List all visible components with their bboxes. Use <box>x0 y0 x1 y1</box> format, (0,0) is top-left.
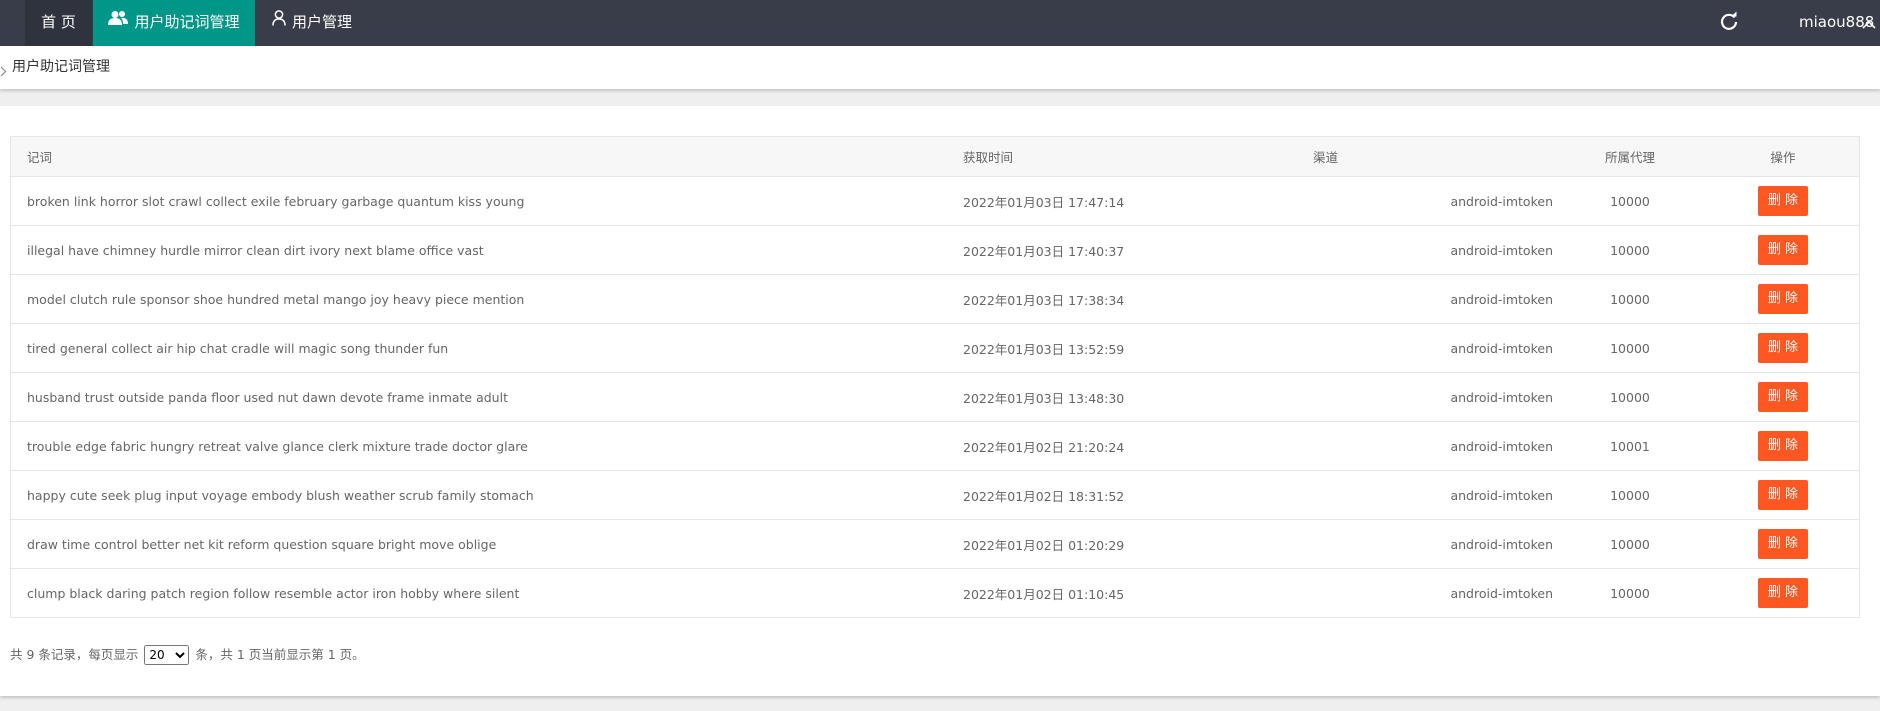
cell-time: 2022年01月02日 21:20:24 <box>963 421 1313 471</box>
cell-time: 2022年01月03日 13:52:59 <box>963 323 1313 373</box>
top-navbar: 首 页 用户助记词管理 用户管理 miaou888 <box>0 0 1880 46</box>
table-row: illegal have chimney hurdle mirror clean… <box>10 225 1860 275</box>
cell-words: model clutch rule sponsor shoe hundred m… <box>10 274 963 324</box>
delete-button[interactable]: 删 除 <box>1758 578 1808 608</box>
channel-value: android-imtoken <box>1450 536 1553 552</box>
channel-value: android-imtoken <box>1450 438 1553 454</box>
cell-time: 2022年01月03日 13:48:30 <box>963 372 1313 422</box>
col-header-action: 操作 <box>1707 136 1860 177</box>
table-row: trouble edge fabric hungry retreat valve… <box>10 421 1860 471</box>
table-row: tired general collect air hip chat cradl… <box>10 323 1860 373</box>
breadcrumb: 用户助记词管理 <box>0 46 1880 89</box>
cell-agent: 10001 <box>1553 421 1707 471</box>
cell-action: 删 除 <box>1707 225 1860 275</box>
col-header-words: 记词 <box>10 136 963 177</box>
cell-action: 删 除 <box>1707 470 1860 520</box>
nav-mnemonic-label: 用户助记词管理 <box>134 13 240 31</box>
cell-channel: android-imtoken <box>1313 225 1553 275</box>
delete-button[interactable]: 删 除 <box>1758 284 1808 314</box>
col-header-channel: 渠道 <box>1313 136 1553 177</box>
cell-agent: 10000 <box>1553 470 1707 520</box>
cell-agent: 10000 <box>1553 323 1707 373</box>
cell-channel: android-imtoken <box>1313 274 1553 324</box>
cell-action: 删 除 <box>1707 421 1860 471</box>
chevron-right-icon <box>0 62 7 81</box>
delete-button[interactable]: 删 除 <box>1758 186 1808 216</box>
table-row: model clutch rule sponsor shoe hundred m… <box>10 274 1860 324</box>
channel-value: android-imtoken <box>1450 585 1553 601</box>
cell-words: draw time control better net kit reform … <box>10 519 963 569</box>
cell-time: 2022年01月03日 17:40:37 <box>963 225 1313 275</box>
users-icon <box>108 0 129 43</box>
table-row: broken link horror slot crawl collect ex… <box>10 176 1860 226</box>
pager-suffix: 条，共 1 页当前显示第 1 页。 <box>195 647 365 662</box>
cell-time: 2022年01月03日 17:38:34 <box>963 274 1313 324</box>
cell-time: 2022年01月02日 01:20:29 <box>963 519 1313 569</box>
cell-channel: android-imtoken <box>1313 421 1553 471</box>
cell-words: clump black daring patch region follow r… <box>10 568 963 618</box>
refresh-icon[interactable] <box>1718 11 1740 33</box>
cell-agent: 10000 <box>1553 176 1707 226</box>
cell-agent: 10000 <box>1553 372 1707 422</box>
cell-action: 删 除 <box>1707 323 1860 373</box>
cell-words: tired general collect air hip chat cradl… <box>10 323 963 373</box>
cell-channel: android-imtoken <box>1313 323 1553 373</box>
delete-button[interactable]: 删 除 <box>1758 529 1808 559</box>
cell-time: 2022年01月02日 18:31:52 <box>963 470 1313 520</box>
cell-channel: android-imtoken <box>1313 470 1553 520</box>
cell-action: 删 除 <box>1707 274 1860 324</box>
cell-agent: 10000 <box>1553 274 1707 324</box>
nav-home[interactable]: 首 页 <box>25 0 92 46</box>
cell-words: illegal have chimney hurdle mirror clean… <box>10 225 963 275</box>
nav-mnemonic-management[interactable]: 用户助记词管理 <box>93 0 255 46</box>
cell-time: 2022年01月03日 17:47:14 <box>963 176 1313 226</box>
cell-words: happy cute seek plug input voyage embody… <box>10 470 963 520</box>
cell-action: 删 除 <box>1707 372 1860 422</box>
table-row: clump black daring patch region follow r… <box>10 568 1860 618</box>
channel-value: android-imtoken <box>1450 242 1553 258</box>
delete-button[interactable]: 删 除 <box>1758 431 1808 461</box>
channel-value: android-imtoken <box>1450 291 1553 307</box>
cell-words: broken link horror slot crawl collect ex… <box>10 176 963 226</box>
col-header-agent: 所属代理 <box>1553 136 1707 177</box>
cell-agent: 10000 <box>1553 519 1707 569</box>
nav-user-label: 用户管理 <box>292 13 353 31</box>
table-header-row: 记词 获取时间 渠道 所属代理 操作 <box>10 136 1860 177</box>
mnemonic-table: 记词 获取时间 渠道 所属代理 操作 broken link horror sl… <box>10 136 1860 618</box>
cell-channel: android-imtoken <box>1313 372 1553 422</box>
channel-value: android-imtoken <box>1450 487 1553 503</box>
cell-channel: android-imtoken <box>1313 519 1553 569</box>
delete-button[interactable]: 删 除 <box>1758 235 1808 265</box>
page-size-select[interactable]: 20 <box>144 645 190 665</box>
table-row: husband trust outside panda floor used n… <box>10 372 1860 422</box>
cell-words: husband trust outside panda floor used n… <box>10 372 963 422</box>
cell-agent: 10000 <box>1553 225 1707 275</box>
chevron-up-icon[interactable] <box>1862 15 1876 34</box>
cell-time: 2022年01月02日 01:10:45 <box>963 568 1313 618</box>
cell-action: 删 除 <box>1707 519 1860 569</box>
content-card: 记词 获取时间 渠道 所属代理 操作 broken link horror sl… <box>0 106 1880 696</box>
cell-agent: 10000 <box>1553 568 1707 618</box>
pager-prefix: 共 9 条记录，每页显示 <box>10 647 139 662</box>
delete-button[interactable]: 删 除 <box>1758 382 1808 412</box>
channel-value: android-imtoken <box>1450 389 1553 405</box>
cell-channel: android-imtoken <box>1313 568 1553 618</box>
cell-action: 删 除 <box>1707 176 1860 226</box>
nav-home-label: 首 页 <box>41 13 76 31</box>
table-row: happy cute seek plug input voyage embody… <box>10 470 1860 520</box>
channel-value: android-imtoken <box>1450 193 1553 209</box>
nav-user-management[interactable]: 用户管理 <box>272 0 352 46</box>
channel-value: android-imtoken <box>1450 340 1553 356</box>
delete-button[interactable]: 删 除 <box>1758 333 1808 363</box>
col-header-time: 获取时间 <box>963 136 1313 177</box>
table-row: draw time control better net kit reform … <box>10 519 1860 569</box>
breadcrumb-current[interactable]: 用户助记词管理 <box>12 46 110 89</box>
cell-action: 删 除 <box>1707 568 1860 618</box>
user-icon <box>272 0 286 43</box>
delete-button[interactable]: 删 除 <box>1758 480 1808 510</box>
cell-words: trouble edge fabric hungry retreat valve… <box>10 421 963 471</box>
cell-channel: android-imtoken <box>1313 176 1553 226</box>
pagination: 共 9 条记录，每页显示 20 条，共 1 页当前显示第 1 页。 <box>10 644 365 665</box>
